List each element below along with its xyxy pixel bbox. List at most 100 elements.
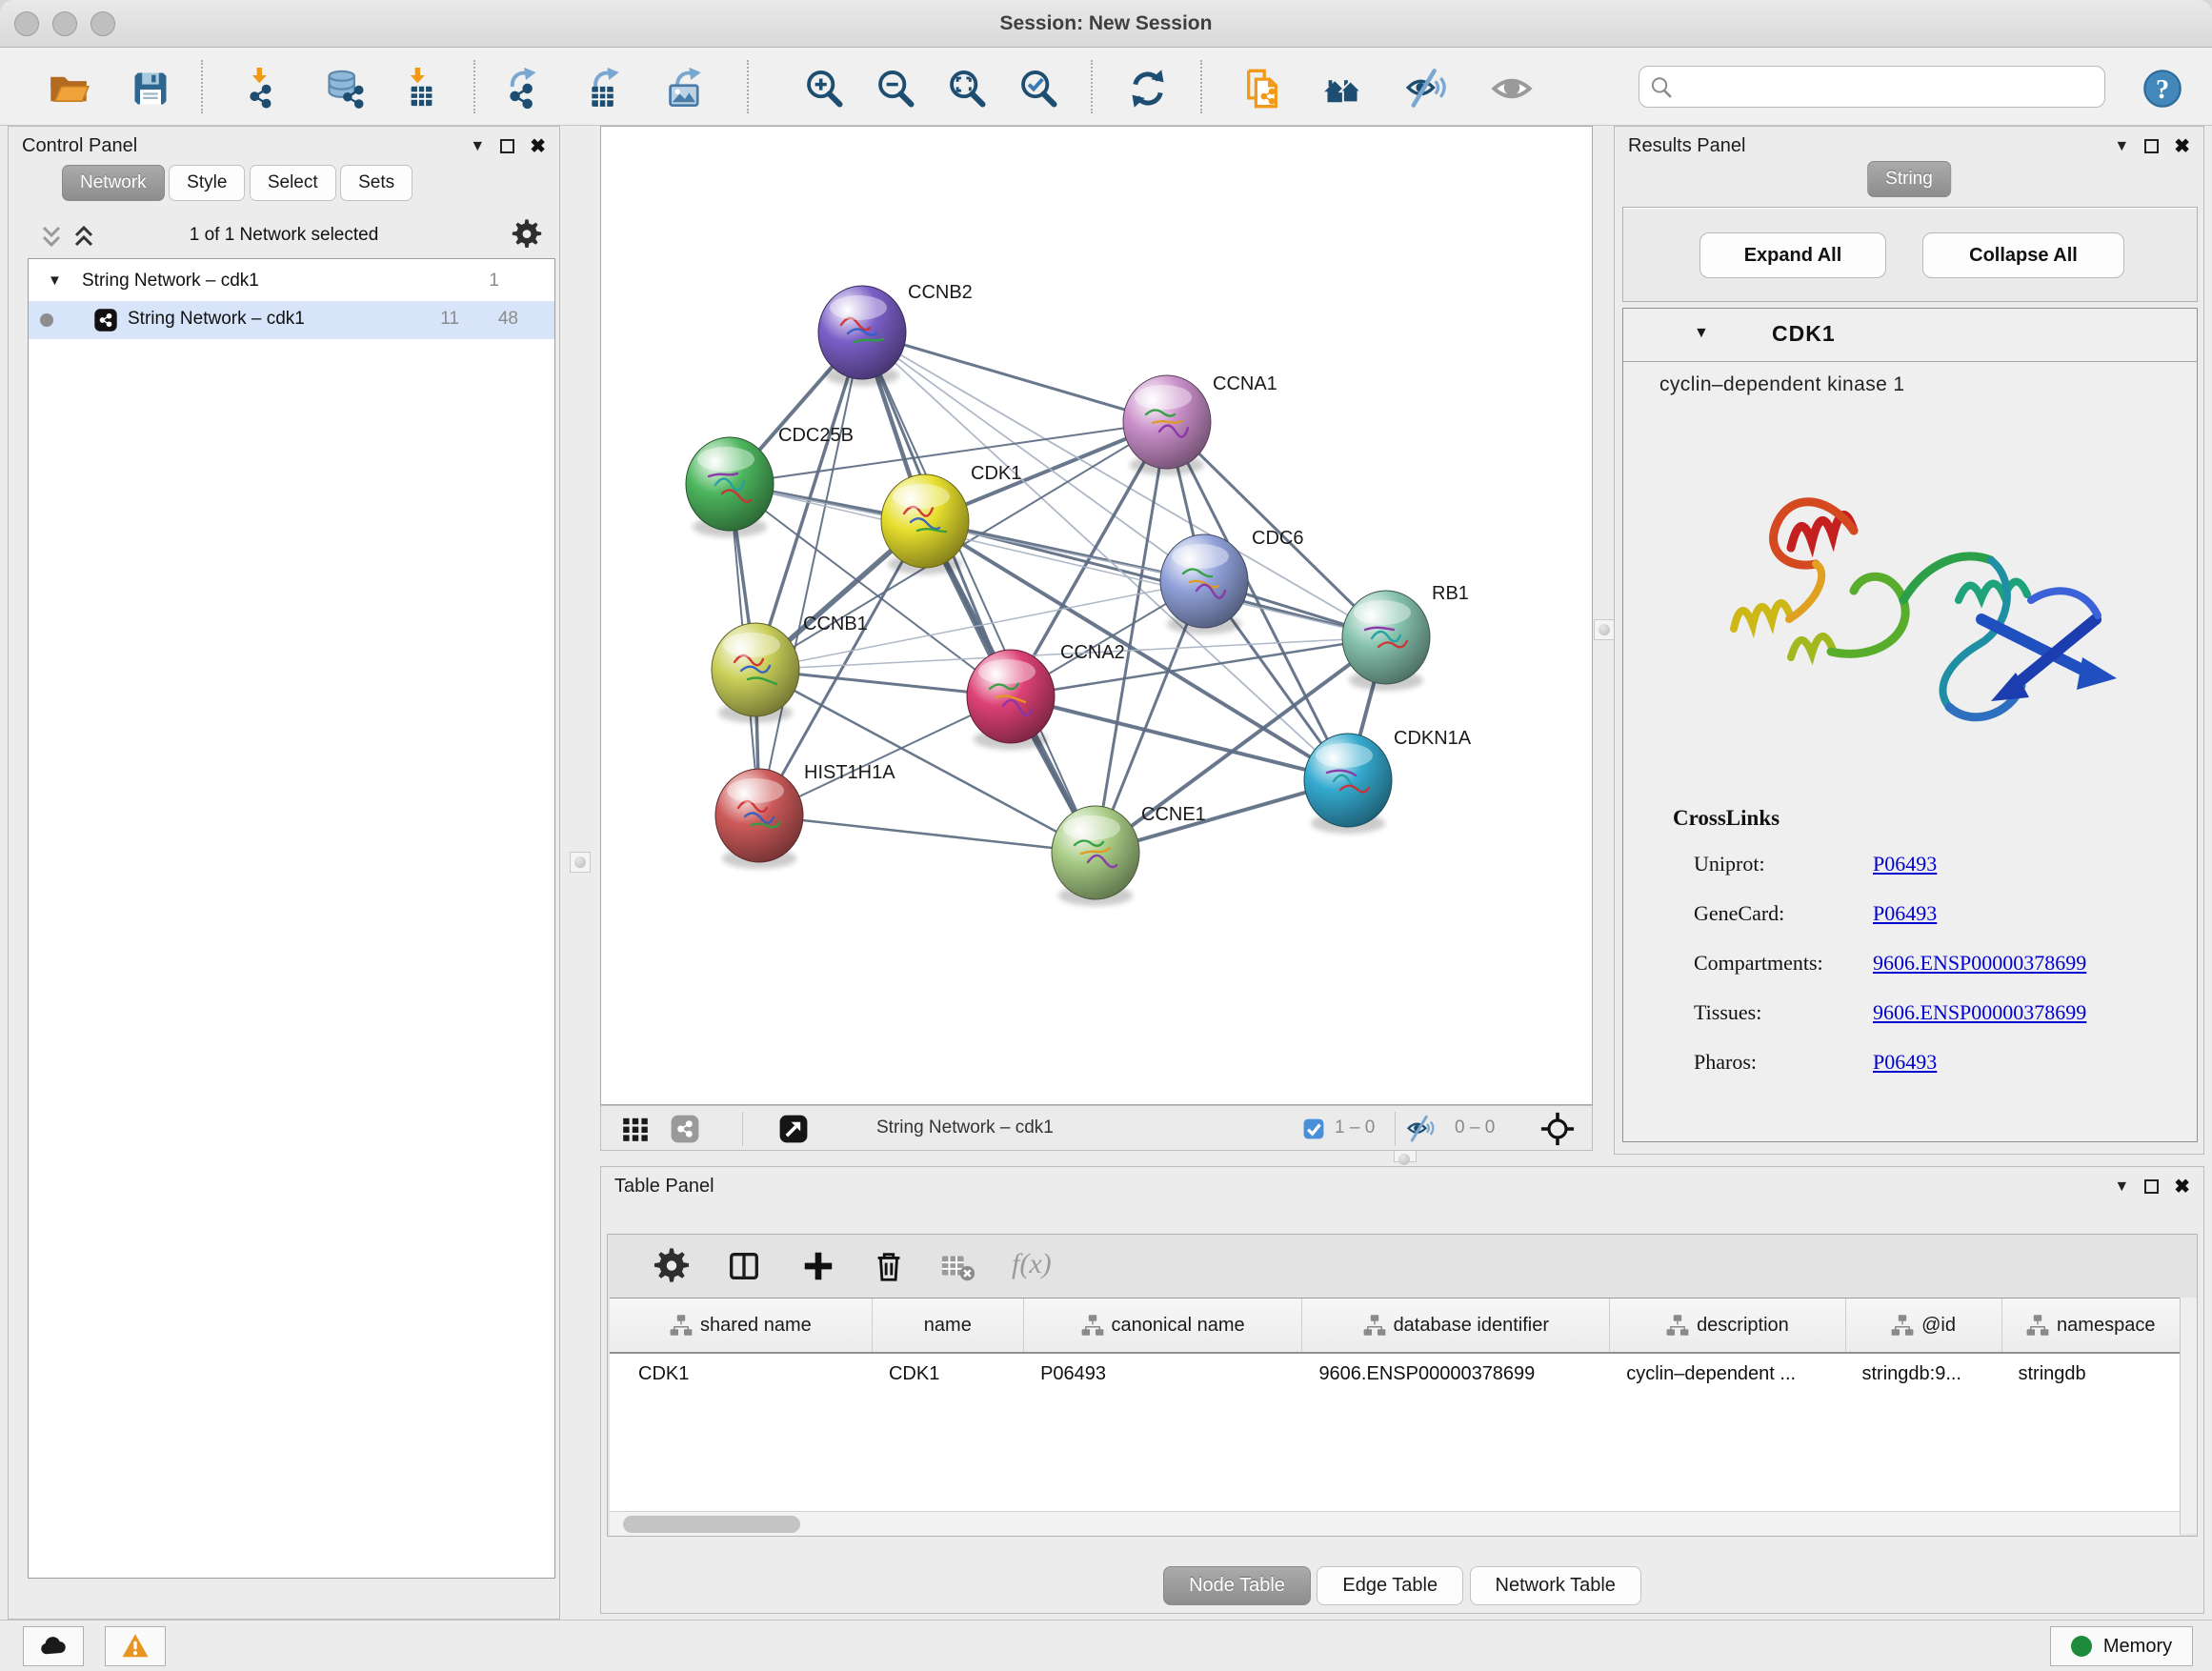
network-edge-HIST1H1A-CCNE1[interactable] xyxy=(759,815,1096,853)
open-session-icon[interactable] xyxy=(48,68,90,110)
close-panel-icon[interactable]: ✖ xyxy=(2174,134,2190,158)
string-home-icon[interactable] xyxy=(1322,68,1364,110)
cell-name[interactable]: CDK1 xyxy=(873,1354,1024,1398)
maximize-panel-icon[interactable] xyxy=(500,139,514,153)
network-node-CDKN1A[interactable] xyxy=(1304,734,1392,834)
compartments-link[interactable]: 9606.ENSP00000378699 xyxy=(1873,951,2086,976)
add-column-icon[interactable] xyxy=(800,1248,836,1284)
memory-button[interactable]: Memory xyxy=(2050,1626,2193,1666)
tab-select[interactable]: Select xyxy=(250,165,336,201)
pharos-link[interactable]: P06493 xyxy=(1873,1050,1937,1075)
network-canvas[interactable]: CCNB2CCNA1CDC25BCDK1CDC6RB1CCNB1CCNA2CDK… xyxy=(600,126,1593,1105)
network-collection-row[interactable]: ▼ String Network – cdk1 1 xyxy=(29,263,554,301)
network-options-gear-icon[interactable] xyxy=(512,219,542,250)
network-node-CCNA1[interactable] xyxy=(1123,375,1211,475)
network-edge-CCNB2-HIST1H1A[interactable] xyxy=(759,332,862,815)
apply-layout-icon[interactable] xyxy=(1127,68,1169,110)
right-splitter-grip[interactable] xyxy=(1594,619,1615,640)
grid-view-icon[interactable] xyxy=(620,1114,651,1144)
tab-network[interactable]: Network xyxy=(62,165,165,201)
tab-network-table[interactable]: Network Table xyxy=(1470,1566,1641,1605)
fit-selected-crosshair-icon[interactable] xyxy=(1540,1112,1575,1146)
network-node-CCNB1[interactable] xyxy=(712,623,799,723)
network-node-CCNB2[interactable] xyxy=(818,286,906,386)
column-header-shared-name[interactable]: shared name xyxy=(610,1299,873,1352)
maximize-panel-icon[interactable] xyxy=(2144,1179,2159,1194)
network-edge-CCNB2-CCNE1[interactable] xyxy=(862,332,1096,853)
tab-node-table[interactable]: Node Table xyxy=(1163,1566,1311,1605)
section-collapse-icon[interactable]: ▼ xyxy=(1694,325,1709,342)
tab-edge-table[interactable]: Edge Table xyxy=(1317,1566,1463,1605)
expand-all-button[interactable]: Expand All xyxy=(1699,232,1886,278)
float-panel-icon[interactable]: ▼ xyxy=(2114,138,2129,155)
cell-canonical-name[interactable]: P06493 xyxy=(1024,1354,1302,1398)
selected-checkbox-icon[interactable] xyxy=(1301,1117,1326,1141)
export-image-icon[interactable] xyxy=(664,68,706,110)
column-header-id[interactable]: @id xyxy=(1846,1299,2002,1352)
network-edge-CCNB2-CCNA1[interactable] xyxy=(862,332,1167,422)
column-header-description[interactable]: description xyxy=(1610,1299,1845,1352)
table-vertical-scrollbar[interactable] xyxy=(2180,1298,2197,1534)
node-section-header[interactable]: ▼ CDK1 xyxy=(1623,309,2197,362)
network-node-CDC6[interactable] xyxy=(1160,534,1248,634)
collection-expand-icon[interactable]: ▼ xyxy=(48,272,62,289)
close-panel-icon[interactable]: ✖ xyxy=(530,134,546,158)
column-header-canonical-name[interactable]: canonical name xyxy=(1024,1299,1303,1352)
left-splitter-grip[interactable] xyxy=(570,852,591,873)
network-view-icon[interactable] xyxy=(670,1114,700,1144)
birds-eye-view-icon[interactable] xyxy=(778,1114,809,1144)
hidden-eye-slash-icon[interactable] xyxy=(1407,1115,1436,1143)
tab-style[interactable]: Style xyxy=(169,165,245,201)
delete-table-icon[interactable] xyxy=(939,1248,975,1284)
clone-network-icon[interactable] xyxy=(1241,68,1283,110)
bottom-splitter-grip[interactable] xyxy=(1394,1149,1417,1162)
maximize-panel-icon[interactable] xyxy=(2144,139,2159,153)
zoom-fit-icon[interactable] xyxy=(946,68,988,110)
cell-description[interactable]: cyclin–dependent ... xyxy=(1610,1354,1845,1398)
network-node-CCNE1[interactable] xyxy=(1052,806,1139,906)
export-table-icon[interactable] xyxy=(582,68,624,110)
delete-column-icon[interactable] xyxy=(871,1248,907,1284)
close-panel-icon[interactable]: ✖ xyxy=(2174,1175,2190,1198)
network-node-HIST1H1A[interactable] xyxy=(715,769,803,869)
cell-namespace[interactable]: stringdb xyxy=(2001,1354,2180,1398)
float-panel-icon[interactable]: ▼ xyxy=(470,138,485,155)
import-table-icon[interactable] xyxy=(397,68,439,110)
genecard-link[interactable]: P06493 xyxy=(1873,901,1937,926)
column-header-name[interactable]: name xyxy=(873,1299,1024,1352)
function-builder-icon[interactable]: f(x) xyxy=(1012,1248,1052,1280)
network-row[interactable]: String Network – cdk1 11 48 xyxy=(29,301,554,339)
search-field[interactable] xyxy=(1639,66,2105,108)
table-row[interactable]: CDK1 CDK1 P06493 9606.ENSP00000378699 cy… xyxy=(610,1354,2180,1398)
show-glyphs-icon[interactable] xyxy=(1491,68,1533,110)
float-panel-icon[interactable]: ▼ xyxy=(2114,1178,2129,1196)
import-network-database-icon[interactable] xyxy=(324,68,366,110)
column-header-namespace[interactable]: namespace xyxy=(2002,1299,2180,1352)
table-options-gear-icon[interactable] xyxy=(654,1248,690,1284)
warnings-button[interactable] xyxy=(105,1626,166,1666)
zoom-selected-icon[interactable] xyxy=(1017,68,1059,110)
help-icon[interactable] xyxy=(2142,68,2183,110)
export-network-icon[interactable] xyxy=(501,68,543,110)
collapse-all-button[interactable]: Collapse All xyxy=(1922,232,2124,278)
hide-glyphs-icon[interactable] xyxy=(1406,68,1448,110)
network-node-CDC25B[interactable] xyxy=(686,437,774,537)
zoom-in-icon[interactable] xyxy=(803,68,845,110)
cloud-button[interactable] xyxy=(23,1626,84,1666)
tab-sets[interactable]: Sets xyxy=(340,165,412,201)
search-input[interactable] xyxy=(1681,69,2097,105)
tissues-link[interactable]: 9606.ENSP00000378699 xyxy=(1873,1000,2086,1025)
table-horizontal-scrollbar[interactable] xyxy=(610,1511,2180,1536)
show-columns-icon[interactable] xyxy=(726,1248,762,1284)
tab-string[interactable]: String xyxy=(1867,161,1951,197)
scrollbar-thumb[interactable] xyxy=(623,1516,800,1533)
uniprot-link[interactable]: P06493 xyxy=(1873,852,1937,876)
network-node-CDK1[interactable] xyxy=(881,474,969,574)
cell-shared-name[interactable]: CDK1 xyxy=(610,1354,873,1398)
column-header-database-identifier[interactable]: database identifier xyxy=(1302,1299,1610,1352)
network-node-RB1[interactable] xyxy=(1342,591,1430,691)
zoom-out-icon[interactable] xyxy=(875,68,916,110)
cell-id[interactable]: stringdb:9... xyxy=(1845,1354,2001,1398)
network-node-CCNA2[interactable] xyxy=(967,650,1055,750)
import-network-file-icon[interactable] xyxy=(239,68,281,110)
